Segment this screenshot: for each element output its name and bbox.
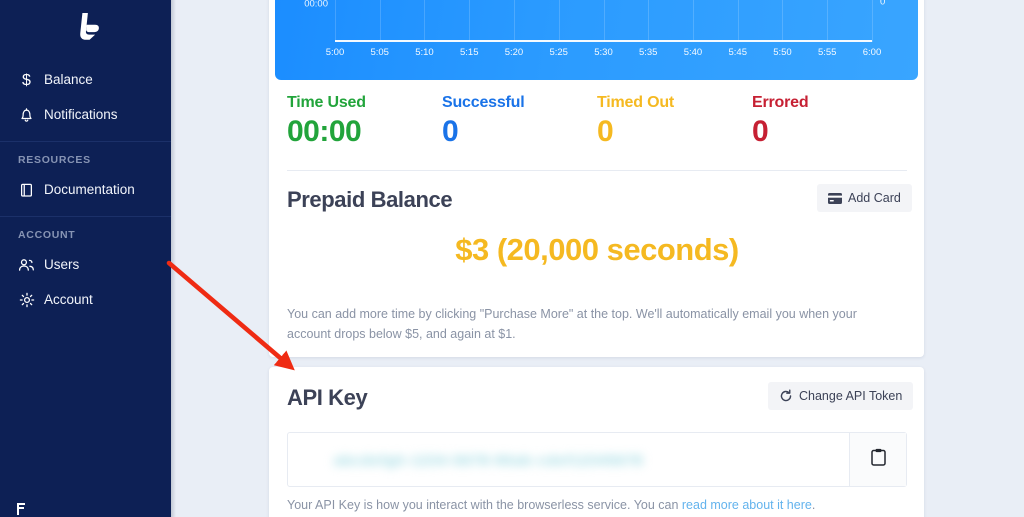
stat-value: 0 — [752, 115, 769, 148]
chart-xtick: 5:00 — [325, 47, 345, 58]
stats-row: Time Used 00:00 Successful 0 Timed Out 0… — [287, 94, 907, 149]
chart-xtick: 5:55 — [817, 47, 837, 58]
chart-xtick: 5:40 — [683, 47, 703, 58]
sidebar-logo[interactable] — [0, 0, 171, 62]
stat-label: Successful — [442, 94, 525, 111]
api-key-row: abcdefgh-1234-5678-90ab-cdef12345678 — [287, 432, 907, 487]
sidebar-item-label: Users — [44, 257, 80, 272]
stat-value: 0 — [597, 115, 614, 148]
sidebar-footer-icon-partial[interactable] — [0, 497, 171, 517]
sidebar-item-label: Notifications — [44, 107, 118, 122]
copy-api-key-button[interactable] — [849, 433, 906, 486]
chart-xtick: 5:35 — [638, 47, 658, 58]
users-icon — [18, 256, 35, 273]
change-api-token-button[interactable]: Change API Token — [768, 382, 914, 410]
chart-xtick: 5:20 — [504, 47, 524, 58]
dollar-icon: $ — [18, 71, 35, 88]
sidebar-section-account: ACCOUNT — [18, 229, 76, 241]
prepaid-balance-amount: $3 (20,000 seconds) — [455, 232, 739, 267]
book-icon — [18, 181, 35, 198]
sidebar-item-label: Balance — [44, 72, 93, 87]
sidebar-item-documentation[interactable]: Documentation — [0, 172, 171, 207]
usage-chart[interactable]: Seconds 00:00 00:00 00:00 00:00 00:00 00… — [275, 0, 918, 80]
add-card-button[interactable]: Add Card — [817, 184, 912, 212]
api-key-docs-link[interactable]: read more about it here — [682, 498, 812, 512]
browserless-logo-icon — [70, 11, 100, 51]
chart-zero-line — [335, 39, 872, 42]
prepaid-balance-title: Prepaid Balance — [287, 187, 453, 212]
sidebar-item-label: Account — [44, 292, 93, 307]
chart-xtick: 5:30 — [594, 47, 613, 58]
sidebar-item-label: Documentation — [44, 182, 135, 197]
stat-label: Time Used — [287, 94, 366, 111]
chart-ytick-left: 00:00 — [304, 0, 328, 10]
sidebar-item-account[interactable]: Account — [0, 282, 171, 317]
stat-time-used: Time Used 00:00 — [287, 94, 442, 149]
sidebar-item-notifications[interactable]: Notifications — [0, 97, 171, 132]
stat-label: Timed Out — [597, 94, 675, 111]
sidebar-item-balance[interactable]: $ Balance — [0, 62, 171, 97]
clipboard-icon — [870, 448, 886, 471]
chart-xtick: 5:45 — [728, 47, 748, 58]
svg-text:$: $ — [22, 72, 31, 88]
chart-xtick: 5:10 — [415, 47, 434, 58]
sidebar-section-resources: RESOURCES — [18, 154, 91, 166]
api-key-description-prefix: Your API Key is how you interact with th… — [287, 498, 682, 512]
chart-xtick: 5:15 — [460, 47, 479, 58]
stat-value: 00:00 — [287, 115, 362, 148]
chart-xtick: 5:25 — [549, 47, 568, 58]
gear-icon — [18, 291, 35, 308]
chart-xtick: 5:50 — [773, 47, 792, 58]
refresh-icon — [779, 389, 793, 403]
chart-xtick: 5:05 — [370, 47, 389, 58]
api-key-description-suffix: . — [811, 498, 816, 512]
app-root: Seconds 00:00 00:00 00:00 00:00 00:00 00… — [0, 0, 1024, 517]
prepaid-balance-description: You can add more time by clicking "Purch… — [287, 307, 857, 341]
stat-label: Errored — [752, 94, 809, 111]
credit-card-icon — [828, 192, 842, 204]
stat-errored: Errored 0 — [752, 94, 907, 149]
sidebar: $ Balance Notifications RESOURCES Docume… — [0, 0, 171, 517]
chart-xtick: 6:00 — [862, 47, 882, 58]
content-column-shadow — [171, 0, 176, 517]
api-key-field[interactable]: abcdefgh-1234-5678-90ab-cdef12345678 — [288, 433, 849, 486]
api-key-value-masked: abcdefgh-1234-5678-90ab-cdef12345678 — [334, 451, 644, 468]
api-key-title: API Key — [287, 385, 368, 410]
add-card-label: Add Card — [848, 191, 901, 205]
stat-timed-out: Timed Out 0 — [597, 94, 752, 149]
chart-ytick-right: 0 — [880, 0, 886, 8]
api-key-description: Your API Key is how you interact with th… — [287, 498, 815, 512]
section-divider — [287, 170, 907, 171]
bell-icon — [18, 106, 35, 123]
stat-successful: Successful 0 — [442, 94, 597, 149]
chart-plot-area: 00:00 00:00 00:00 00:00 00:00 00:00 0.4 … — [304, 0, 885, 58]
sidebar-item-users[interactable]: Users — [0, 247, 171, 282]
change-api-token-label: Change API Token — [799, 389, 903, 403]
stat-value: 0 — [442, 115, 459, 148]
